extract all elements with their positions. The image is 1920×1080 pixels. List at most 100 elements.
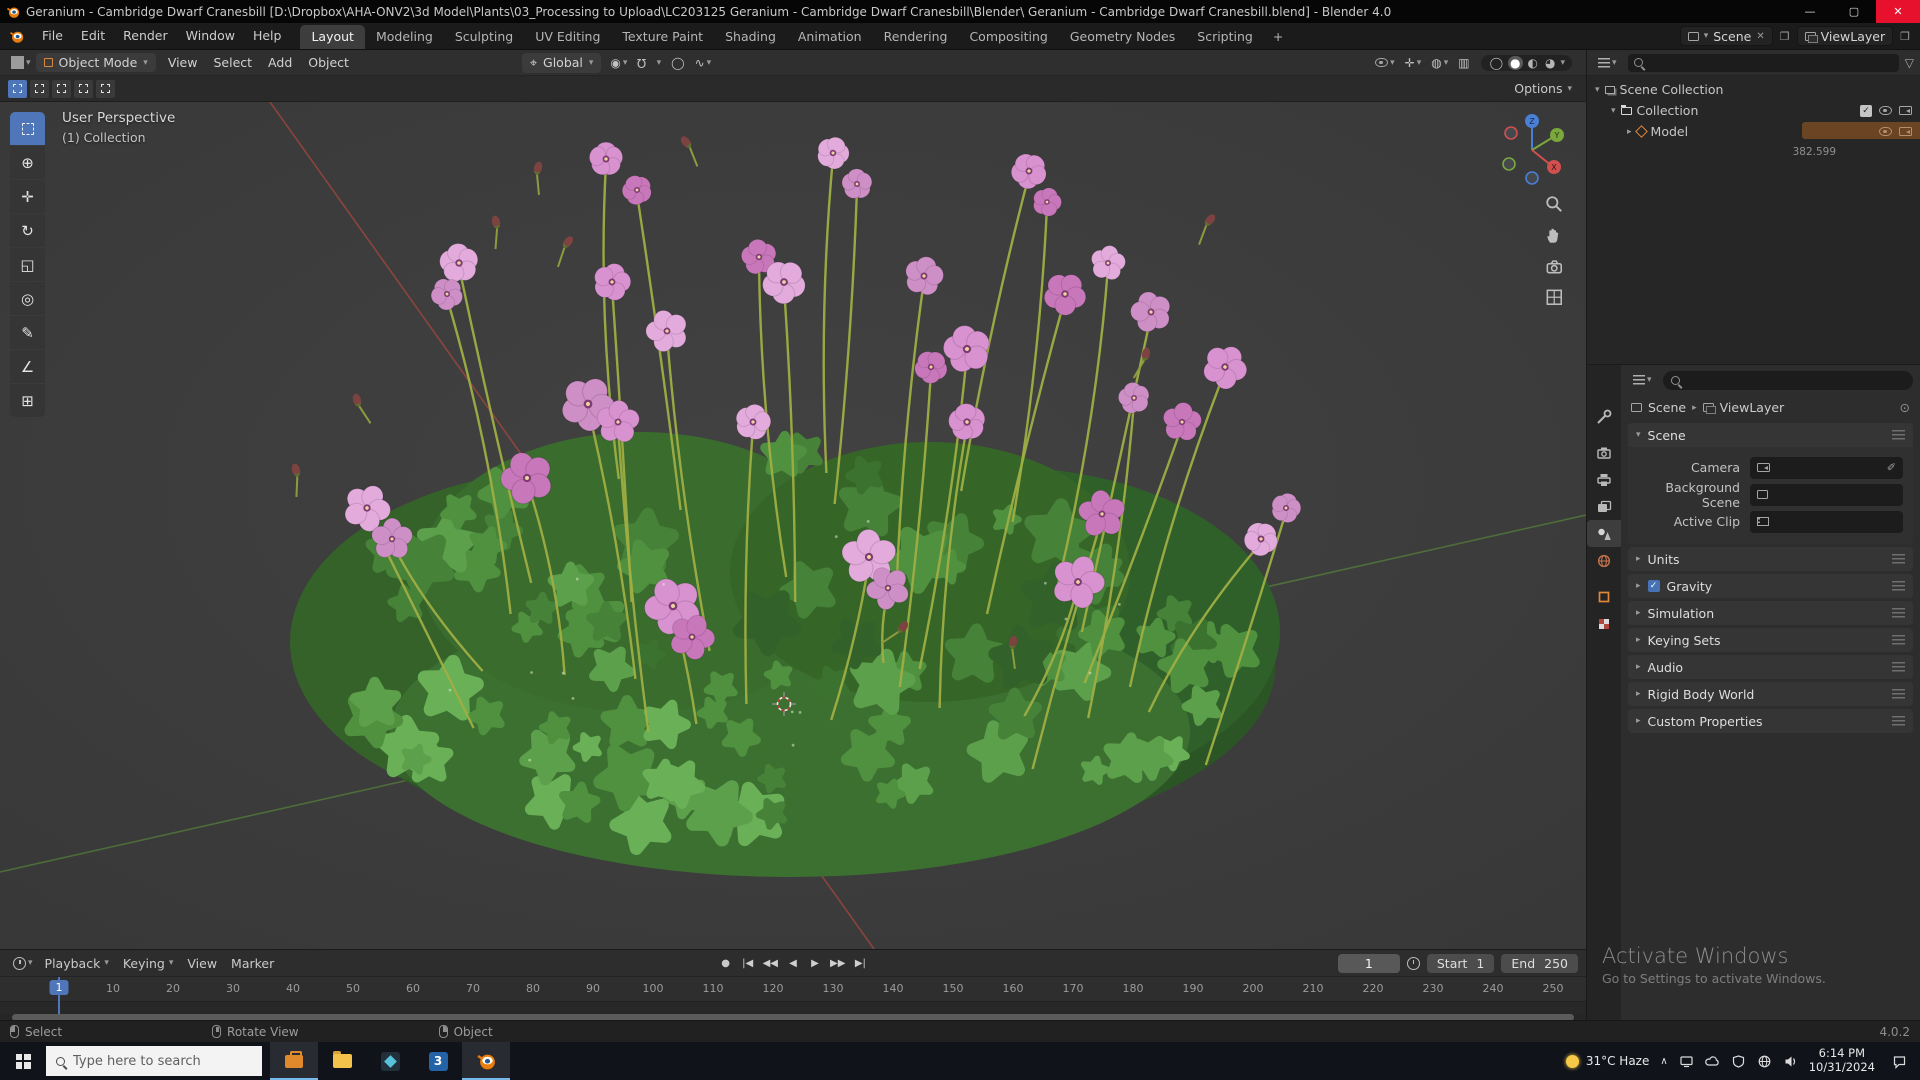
workspace-tab-texture-paint[interactable]: Texture Paint xyxy=(611,25,714,49)
show-gizmo-toggle[interactable]: ✛ ▾ xyxy=(1400,56,1427,70)
taskbar-app-3[interactable]: 3 xyxy=(414,1042,462,1080)
minimize-button[interactable]: — xyxy=(1788,0,1832,23)
menu-viewport-view[interactable]: View xyxy=(160,55,206,70)
panel-grip[interactable] xyxy=(1892,688,1905,700)
play-button[interactable]: ▶ xyxy=(805,956,825,971)
playhead-frame-label[interactable]: 1 xyxy=(49,980,69,995)
disable-in-renders-icon[interactable] xyxy=(1899,106,1912,115)
workspace-tab-animation[interactable]: Animation xyxy=(787,25,873,49)
play-reverse-button[interactable]: ◀ xyxy=(783,956,803,971)
tab-world-properties[interactable] xyxy=(1587,547,1621,574)
panel-grip[interactable] xyxy=(1892,661,1905,673)
auto-keying-button[interactable]: ● xyxy=(716,956,736,971)
mode-select[interactable]: Object Mode ▾ xyxy=(35,53,156,72)
outliner-search-input[interactable] xyxy=(1647,55,1893,70)
menu-render[interactable]: Render xyxy=(114,23,177,49)
move-tool[interactable]: ✛ xyxy=(10,180,45,213)
workspace-tab-uv-editing[interactable]: UV Editing xyxy=(524,25,611,49)
shading-rendered-button[interactable]: ◕ xyxy=(1543,56,1557,70)
custom-properties-panel-header[interactable]: ▸ Custom Properties xyxy=(1628,709,1913,733)
properties-search[interactable] xyxy=(1662,370,1913,390)
eyedropper-icon[interactable]: ✐ xyxy=(1887,461,1896,474)
camera-field[interactable]: ✐ xyxy=(1750,456,1903,479)
menu-playback[interactable]: Playback ▾ xyxy=(38,956,116,971)
current-frame-field[interactable]: 1 xyxy=(1337,953,1400,973)
tray-expand-icon[interactable]: ∧ xyxy=(1660,1056,1667,1067)
taskbar-search-input[interactable] xyxy=(73,1053,252,1069)
panel-grip[interactable] xyxy=(1892,429,1905,441)
select-mode-extend-button[interactable] xyxy=(30,79,49,98)
background-scene-field[interactable] xyxy=(1750,483,1903,506)
add-cube-tool[interactable]: ⊞ xyxy=(10,384,45,417)
breadcrumb-viewlayer[interactable]: ViewLayer xyxy=(1720,400,1785,415)
jump-to-end-button[interactable]: ▶| xyxy=(850,956,870,971)
workspace-tab-sculpting[interactable]: Sculpting xyxy=(444,25,524,49)
add-workspace-button[interactable]: + xyxy=(1264,25,1292,49)
panel-grip[interactable] xyxy=(1892,607,1905,619)
menu-viewport-select[interactable]: Select xyxy=(205,55,260,70)
snap-toggle[interactable]: Ω xyxy=(632,56,651,70)
snap-settings-select[interactable]: ▾ xyxy=(652,58,667,68)
select-mode-subtract-button[interactable] xyxy=(52,79,71,98)
proportional-editing-toggle[interactable]: ◯ xyxy=(666,56,689,70)
timeline-body[interactable]: 1102030405060708090100110120130140150160… xyxy=(0,977,1586,1021)
chevron-right-icon[interactable]: ▸ xyxy=(1627,127,1632,137)
hide-in-viewport-icon[interactable] xyxy=(1879,106,1892,115)
taskbar-search[interactable] xyxy=(46,1046,262,1076)
pivot-point-select[interactable]: ◉ ▾ xyxy=(605,56,632,70)
workspace-tab-layout[interactable]: Layout xyxy=(300,25,365,49)
show-overlays-toggle[interactable]: ◍ ▾ xyxy=(1426,56,1453,70)
network-tray-icon[interactable] xyxy=(1757,1054,1772,1069)
navigation-gizmo[interactable]: Z Y X xyxy=(1494,110,1570,189)
chevron-down-icon[interactable]: ▾ xyxy=(1611,106,1616,116)
panel-grip[interactable] xyxy=(1892,553,1905,565)
shield-tray-icon[interactable] xyxy=(1731,1054,1746,1069)
toggle-xray[interactable]: ▥ xyxy=(1453,56,1474,70)
workspace-tab-shading[interactable]: Shading xyxy=(714,25,787,49)
transform-tool[interactable]: ◎ xyxy=(10,282,45,315)
active-clip-field[interactable] xyxy=(1750,510,1903,533)
pin-icon[interactable]: ⊙ xyxy=(1900,400,1910,415)
menu-edit[interactable]: Edit xyxy=(72,23,114,49)
filter-icon[interactable]: ▽ xyxy=(1905,56,1914,70)
shading-solid-button[interactable]: ● xyxy=(1508,55,1523,70)
next-keyframe-button[interactable]: ▶▶ xyxy=(827,956,848,971)
editor-type-button[interactable]: ▾ xyxy=(6,56,36,69)
keying-sets-panel-header[interactable]: ▸ Keying Sets xyxy=(1628,628,1913,652)
preview-range-icon[interactable] xyxy=(1406,956,1420,970)
proportional-falloff-select[interactable]: ∿ ▾ xyxy=(690,56,717,70)
simulation-panel-header[interactable]: ▸ Simulation xyxy=(1628,601,1913,625)
display-tray-icon[interactable] xyxy=(1679,1054,1694,1069)
select-mode-intersect-button[interactable] xyxy=(96,79,115,98)
taskbar-clock[interactable]: 6:14 PM 10/31/2024 xyxy=(1809,1046,1875,1075)
rotate-tool[interactable]: ↻ xyxy=(10,214,45,247)
end-frame-field[interactable]: End 250 xyxy=(1501,953,1578,973)
menu-timeline-view[interactable]: View xyxy=(180,956,224,971)
scale-tool[interactable]: ◱ xyxy=(10,248,45,281)
gizmo-z-neg-axis[interactable] xyxy=(1525,171,1539,185)
workspace-tab-modeling[interactable]: Modeling xyxy=(365,25,444,49)
breadcrumb-scene[interactable]: Scene xyxy=(1648,400,1686,415)
menu-file[interactable]: File xyxy=(33,23,72,49)
cursor-tool[interactable]: ⊕ xyxy=(10,146,45,179)
properties-search-input[interactable] xyxy=(1684,373,1905,387)
outliner-search[interactable] xyxy=(1627,53,1899,72)
workspace-tab-scripting[interactable]: Scripting xyxy=(1186,25,1264,49)
units-panel-header[interactable]: ▸ Units xyxy=(1628,547,1913,571)
taskbar-app-blender[interactable] xyxy=(462,1042,510,1080)
select-mode-set-button[interactable] xyxy=(8,79,27,98)
exclude-checkbox[interactable]: ✓ xyxy=(1860,104,1872,117)
audio-panel-header[interactable]: ▸ Audio xyxy=(1628,655,1913,679)
orthographic-grid-icon[interactable] xyxy=(1544,287,1564,307)
tab-scene-properties[interactable] xyxy=(1587,520,1621,547)
panel-grip[interactable] xyxy=(1892,634,1905,646)
menu-keying[interactable]: Keying ▾ xyxy=(116,956,181,971)
start-frame-field[interactable]: Start 1 xyxy=(1426,953,1495,973)
menu-help[interactable]: Help xyxy=(244,23,291,49)
weather-widget[interactable]: 31°C Haze xyxy=(1565,1054,1649,1068)
panel-grip[interactable] xyxy=(1892,580,1905,592)
scene-selector[interactable]: ▾ Scene ✕ xyxy=(1679,26,1773,46)
taskbar-app-briefcase[interactable] xyxy=(270,1042,318,1080)
outliner-row-scene-collection[interactable]: ▾ Scene Collection xyxy=(1587,79,1920,100)
taskbar-app-file-explorer[interactable] xyxy=(318,1042,366,1080)
